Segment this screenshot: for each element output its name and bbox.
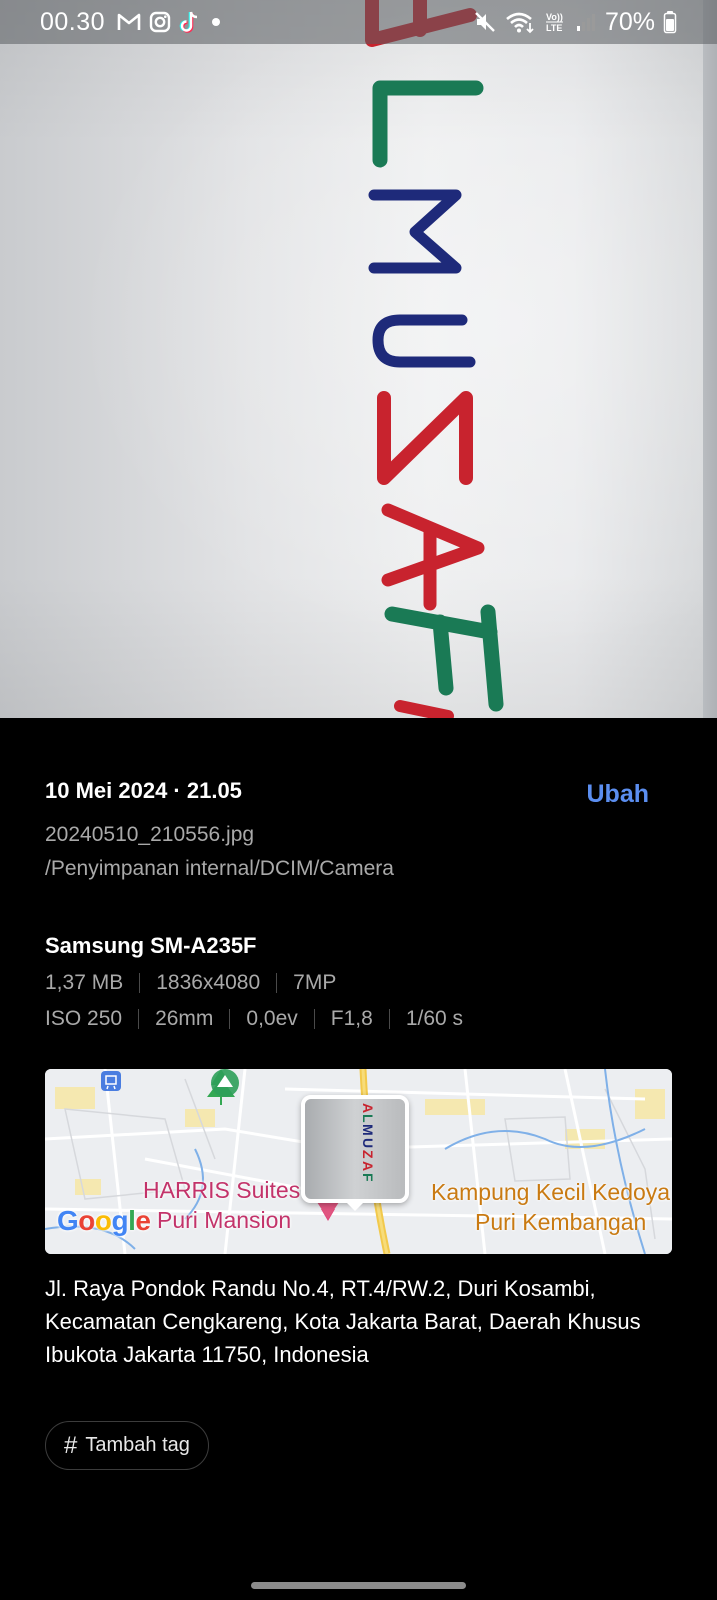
letter-f [384, 604, 504, 712]
map-label-puri-kembangan: Puri Kembangan [475, 1209, 647, 1235]
status-bar: 00.30 Vo)) LTE 70% [0, 0, 717, 44]
thumbnail-pointer [345, 1201, 365, 1211]
signal-icon [575, 11, 597, 33]
instagram-icon [149, 11, 171, 33]
svg-text:F: F [360, 1173, 376, 1182]
aperture: F1,8 [330, 1007, 373, 1030]
gmail-icon [117, 12, 141, 32]
camera-meta-row: ISO 250 26mm 0,0ev F1,8 1/60 s [45, 1007, 672, 1031]
wifi-icon [505, 10, 535, 34]
focal-length: 26mm [155, 1007, 214, 1030]
details-panel: 10 Mei 2024 · 21.05 Ubah 20240510_210556… [45, 760, 672, 1470]
letter-m [368, 189, 462, 274]
clock: 00.30 [40, 7, 106, 36]
letter-l [372, 80, 484, 168]
svg-text:A: A [360, 1103, 376, 1113]
file-meta-row: 1,37 MB 1836x4080 7MP [45, 971, 672, 995]
svg-text:Z: Z [360, 1150, 376, 1159]
shutter-speed: 1/60 s [405, 1007, 464, 1030]
letter-a [381, 503, 485, 611]
hash-icon: # [64, 1431, 78, 1459]
google-logo-letter: g [111, 1205, 129, 1236]
letter-u [372, 314, 476, 368]
google-logo-letter: o [78, 1205, 95, 1236]
svg-text:M: M [360, 1124, 376, 1136]
system-icons: Vo)) LTE 70% [473, 8, 677, 37]
battery-percent: 70% [604, 7, 655, 36]
svg-text:A: A [360, 1161, 376, 1171]
divider [138, 1009, 140, 1029]
edit-button[interactable]: Ubah [587, 780, 650, 809]
location-map[interactable]: HARRIS Suites Puri Mansion Kampung Kecil… [45, 1069, 672, 1254]
google-logo-letter: o [94, 1205, 112, 1236]
svg-text:L: L [360, 1114, 376, 1123]
dot-icon [209, 15, 223, 29]
divider [388, 1009, 390, 1029]
svg-text:LTE: LTE [546, 23, 562, 33]
notification-icons [117, 10, 223, 34]
google-logo-letter: G [57, 1205, 79, 1236]
map-label-harris: HARRIS Suites [143, 1177, 301, 1203]
map-photo-thumbnail: AL MU ZA F [301, 1095, 409, 1203]
google-logo-letter: e [135, 1205, 151, 1236]
divider [276, 973, 278, 993]
battery-icon [663, 10, 677, 34]
thumbnail-handwriting: AL MU ZA F [360, 1103, 376, 1182]
add-tag-button[interactable]: # Tambah tag [45, 1421, 209, 1470]
file-name: 20240510_210556.jpg [45, 823, 255, 846]
google-logo: Google [57, 1205, 151, 1237]
address-text: Jl. Raya Pondok Randu No.4, RT.4/RW.2, D… [45, 1276, 641, 1367]
svg-text:Vo)): Vo)) [546, 12, 563, 22]
map-label-kampung: Kampung Kecil Kedoya [431, 1179, 671, 1205]
mute-icon [473, 10, 497, 34]
resolution: 1836x4080 [156, 971, 261, 994]
date-row: 10 Mei 2024 · 21.05 Ubah [45, 760, 672, 809]
add-tag-label: Tambah tag [85, 1434, 190, 1456]
photo-viewer[interactable] [0, 0, 717, 718]
photo-date: 10 Mei 2024 · 21.05 [45, 778, 242, 803]
letter-a-bottom [394, 700, 454, 718]
divider [139, 973, 141, 993]
home-indicator[interactable] [251, 1582, 466, 1589]
exposure-value: 0,0ev [246, 1007, 298, 1030]
iso: ISO 250 [45, 1007, 123, 1030]
megapixels: 7MP [293, 971, 337, 994]
divider [313, 1009, 315, 1029]
map-label-puri-mansion: Puri Mansion [157, 1207, 292, 1233]
letter-z [377, 391, 473, 485]
volte-icon: Vo)) LTE [543, 10, 567, 34]
tiktok-icon [179, 10, 201, 34]
svg-text:U: U [360, 1138, 376, 1148]
handwritten-text-almuzaf [365, 0, 504, 718]
file-size: 1,37 MB [45, 971, 124, 994]
file-path: /Penyimpanan internal/DCIM/Camera [45, 857, 394, 880]
device-name: Samsung SM-A235F [45, 933, 257, 958]
divider [229, 1009, 231, 1029]
